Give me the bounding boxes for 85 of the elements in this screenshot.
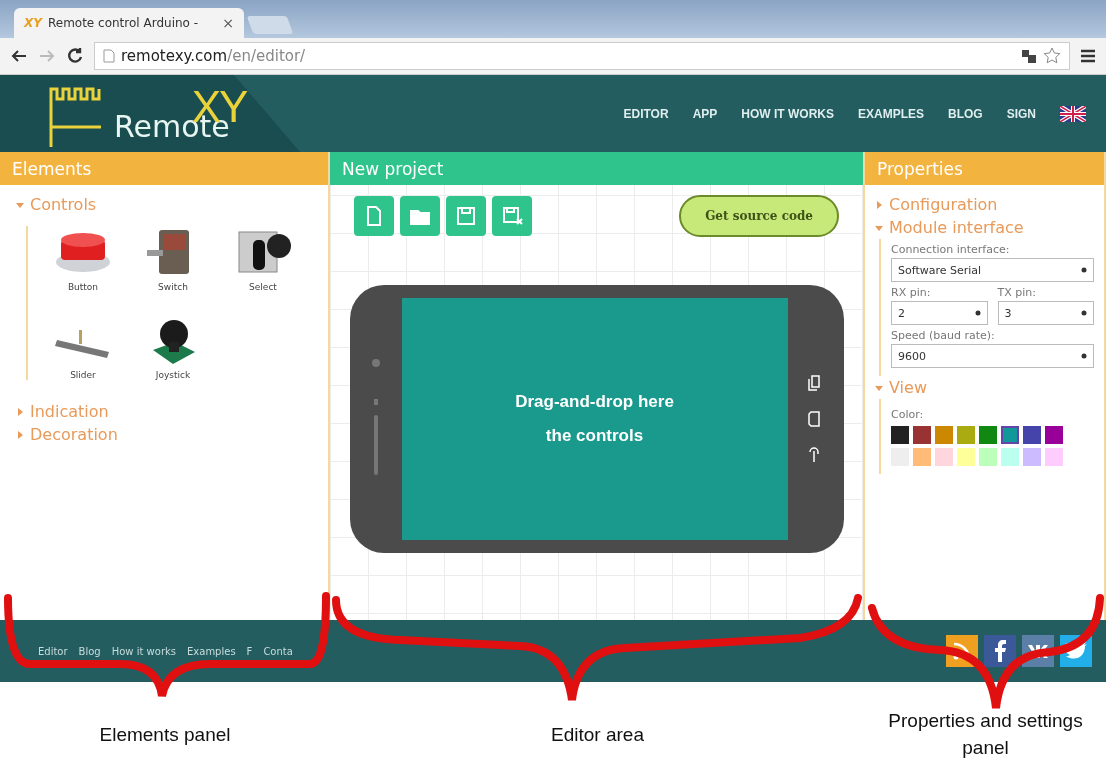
uk-flag-icon[interactable] <box>1060 105 1086 122</box>
panel-header: Properties <box>865 152 1104 185</box>
field-label: RX pin: <box>891 286 932 299</box>
toolbar-button[interactable] <box>354 196 394 236</box>
rss-icon <box>952 641 972 661</box>
section-title: Decoration <box>30 425 118 444</box>
field-label: Speed (baud rate): <box>891 329 996 342</box>
footer-link[interactable]: Examples <box>187 645 236 657</box>
dropdown-caret-icon <box>974 310 981 316</box>
nav-link[interactable]: EDITOR <box>623 106 669 121</box>
nav-link[interactable]: EXAMPLES <box>857 106 924 121</box>
color-swatch[interactable] <box>957 448 975 466</box>
color-swatch[interactable] <box>935 448 953 466</box>
dropdown-caret-icon <box>1081 353 1087 359</box>
footer-link[interactable]: Conta <box>263 645 293 657</box>
tab-close-button[interactable]: × <box>222 15 234 31</box>
annotation-label: Elements panel <box>99 722 231 747</box>
element-label: Joystick <box>155 370 191 380</box>
field-label: Connection interface: <box>891 243 1011 256</box>
element-label: Slider <box>70 370 96 380</box>
url-path: /en/editor/ <box>227 47 306 65</box>
annotation-label: Properties and settings panel <box>887 709 1084 760</box>
toolbar-button[interactable] <box>446 196 486 236</box>
footer-link[interactable]: How it works <box>111 645 176 657</box>
panel-header: Elements <box>0 152 328 185</box>
color-swatch[interactable] <box>957 426 975 444</box>
color-swatch[interactable] <box>1001 426 1019 444</box>
color-swatch[interactable] <box>891 426 909 444</box>
nav-link[interactable]: BLOG <box>948 106 983 121</box>
panel-header: New project <box>330 152 863 185</box>
footer-link[interactable]: Editor <box>38 645 68 657</box>
color-swatch[interactable] <box>1023 448 1041 466</box>
return-icon <box>807 447 820 463</box>
nav-link[interactable]: HOW IT WORKS <box>741 106 834 121</box>
star-icon[interactable] <box>1043 47 1061 65</box>
section-title: View <box>889 378 927 397</box>
section-title: Module interface <box>889 218 1024 237</box>
new-tab-button[interactable] <box>246 16 294 34</box>
dropdown[interactable]: 2 <box>891 301 988 325</box>
page-icon <box>103 49 115 63</box>
nav-link[interactable]: SIGN <box>1006 106 1036 121</box>
floppy-disk-star-icon <box>501 205 523 227</box>
color-swatch[interactable] <box>1023 426 1041 444</box>
section-title: Configuration <box>889 195 998 214</box>
field-label: Color: <box>891 408 924 421</box>
dropdown[interactable]: Software Serial <box>891 258 1094 282</box>
color-swatch[interactable] <box>1045 448 1063 466</box>
facebook-icon <box>994 640 1006 662</box>
toolbar-button[interactable] <box>492 196 532 236</box>
color-swatch[interactable] <box>913 448 931 466</box>
dropdown-caret-icon <box>1081 310 1087 316</box>
social-button[interactable] <box>984 635 1016 667</box>
color-swatch[interactable] <box>1001 448 1019 466</box>
get-source-code-button[interactable]: Get source code <box>679 195 839 237</box>
browser-tab[interactable]: XY Remote control Arduino - × <box>14 8 244 38</box>
drop-hint-text: Drag-and-drop here <box>515 392 674 412</box>
color-swatch[interactable] <box>913 426 931 444</box>
toolbar-button[interactable] <box>400 196 440 236</box>
element-label: Button <box>67 282 99 292</box>
element-label: Select <box>249 282 277 292</box>
color-swatch[interactable] <box>935 426 953 444</box>
section-title: Controls <box>30 195 97 214</box>
site-favicon: XY <box>24 16 42 30</box>
color-swatch[interactable] <box>979 426 997 444</box>
copy-icon <box>807 375 820 391</box>
color-swatch[interactable] <box>979 448 997 466</box>
translate-icon[interactable] <box>1021 48 1037 64</box>
dropdown-caret-icon <box>1081 267 1087 273</box>
footer-link[interactable]: Blog <box>78 645 101 657</box>
field-label: TX pin: <box>997 286 1037 299</box>
tab-title: Remote control Arduino - <box>47 16 200 30</box>
dropdown[interactable]: 3 <box>997 301 1094 325</box>
reload-icon[interactable] <box>66 47 84 65</box>
menu-icon[interactable] <box>1080 48 1096 64</box>
footer-link[interactable]: F <box>246 645 253 657</box>
drop-hint-text: the controls <box>545 426 644 446</box>
nav-link[interactable]: APP <box>692 106 718 121</box>
color-swatch[interactable] <box>1045 426 1063 444</box>
section-title: Indication <box>30 402 109 421</box>
element-label: Switch <box>158 282 188 292</box>
url-host: remotexy.com <box>121 47 228 65</box>
address-bar[interactable]: remotexy.com/en/editor/ <box>94 42 1070 70</box>
dropdown[interactable]: 9600 <box>891 344 1094 368</box>
bird-icon <box>1065 642 1087 660</box>
annotation-label: Editor area <box>551 722 644 747</box>
